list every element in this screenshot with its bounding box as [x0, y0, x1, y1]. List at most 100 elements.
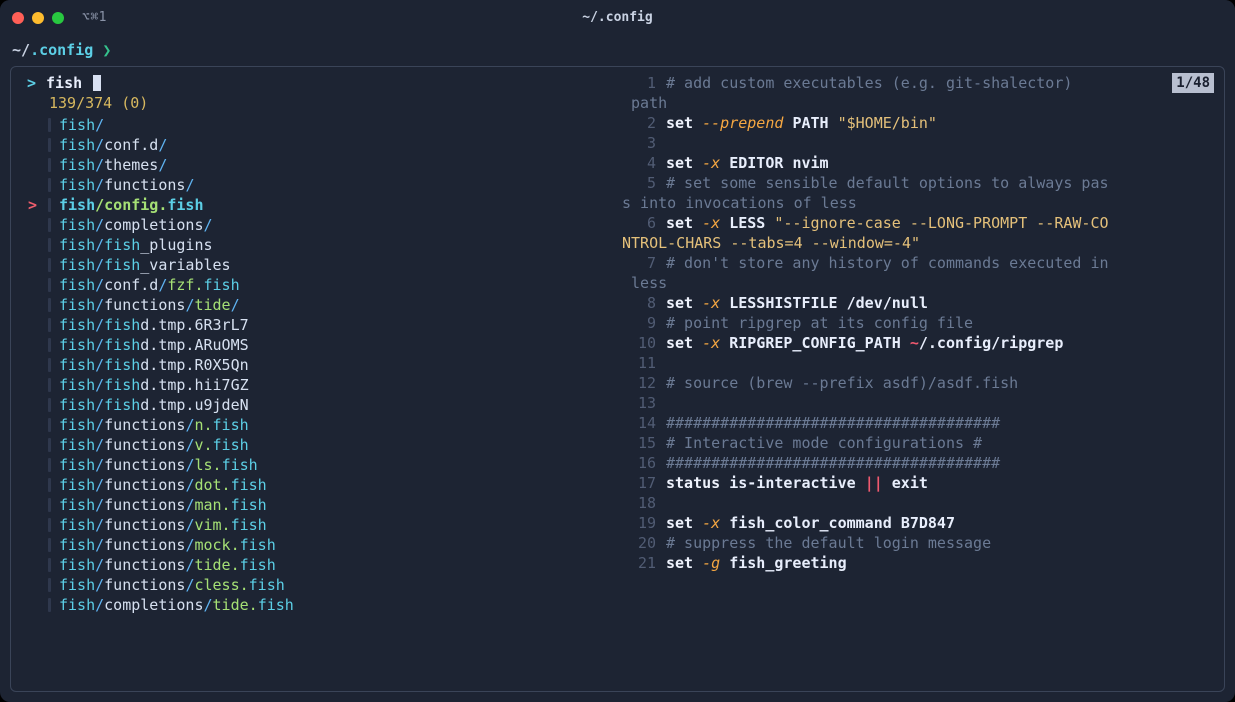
fzf-result-item[interactable]: fish/fish_plugins — [19, 235, 609, 255]
shell-prompt: ~/.config ❯ — [10, 38, 1225, 66]
code-line: 6set -x LESS "--ignore-case --LONG-PROMP… — [622, 213, 1214, 233]
code-content: set -g fish_greeting — [666, 553, 1214, 573]
fzf-result-text: fish/completions/tide.fish — [59, 595, 294, 615]
code-content — [666, 393, 1214, 413]
fzf-result-item[interactable]: fish/fishd.tmp.6R3rL7 — [19, 315, 609, 335]
preview-scroll-badge: 1/48 — [1172, 73, 1214, 93]
code-line: 20# suppress the default login message — [622, 533, 1214, 553]
line-number: 15 — [622, 433, 666, 453]
fzf-result-text: fish/fish_variables — [59, 255, 231, 275]
code-content: # point ripgrep at its config file — [666, 313, 1214, 333]
marker-icon — [48, 298, 51, 312]
marker-icon — [48, 378, 51, 392]
marker-icon — [48, 138, 51, 152]
fzf-result-text: fish/functions/ls.fish — [59, 455, 258, 475]
fzf-result-item[interactable]: fish/fish_variables — [19, 255, 609, 275]
shell-area: ~/.config ❯ > fish 139/374 (0) fish/fish… — [0, 36, 1235, 702]
fzf-result-item[interactable]: fish/fishd.tmp.R0X5Qn — [19, 355, 609, 375]
fzf-result-list[interactable]: fish/fish/conf.d/fish/themes/fish/functi… — [19, 115, 609, 615]
fzf-result-item[interactable]: fish/functions/tide.fish — [19, 555, 609, 575]
pointer-icon — [28, 215, 40, 235]
code-line: 3 — [622, 133, 1214, 153]
fzf-result-text: fish/fishd.tmp.u9jdeN — [59, 395, 249, 415]
code-line: 2set --prepend PATH "$HOME/bin" — [622, 113, 1214, 133]
fzf-result-text: fish/functions/ — [59, 175, 194, 195]
fzf-result-item[interactable]: fish/functions/cless.fish — [19, 575, 609, 595]
code-content: # Interactive mode configurations # — [666, 433, 1214, 453]
fzf-result-item[interactable]: fish/functions/ — [19, 175, 609, 195]
fzf-result-item[interactable]: fish/functions/v.fish — [19, 435, 609, 455]
marker-icon — [48, 178, 51, 192]
code-line: 9# point ripgrep at its config file — [622, 313, 1214, 333]
fzf-result-text: fish/functions/mock.fish — [59, 535, 276, 555]
code-line: 14##################################### — [622, 413, 1214, 433]
fzf-result-text: fish/fishd.tmp.R0X5Qn — [59, 355, 249, 375]
code-line: 13 — [622, 393, 1214, 413]
line-number: 8 — [622, 293, 666, 313]
code-content: # set some sensible default options to a… — [666, 173, 1214, 193]
code-content: # source (brew --prefix asdf)/asdf.fish — [666, 373, 1214, 393]
marker-icon — [48, 418, 51, 432]
line-number: 5 — [622, 173, 666, 193]
code-line: 8set -x LESSHISTFILE /dev/null — [622, 293, 1214, 313]
code-line: 19set -x fish_color_command B7D847 — [622, 513, 1214, 533]
fzf-result-item[interactable]: fish/functions/ls.fish — [19, 455, 609, 475]
fzf-result-text: fish/functions/tide.fish — [59, 555, 276, 575]
code-line: 1# add custom executables (e.g. git-shal… — [622, 73, 1214, 93]
pointer-icon — [28, 455, 40, 475]
fzf-result-item[interactable]: fish/config.fish — [19, 195, 609, 215]
prompt-prefix: ~/ — [12, 41, 30, 59]
preview-code: 1# add custom executables (e.g. git-shal… — [622, 73, 1214, 573]
pointer-icon — [28, 555, 40, 575]
marker-icon — [48, 218, 51, 232]
fzf-result-item[interactable]: fish/ — [19, 115, 609, 135]
zoom-icon[interactable] — [52, 12, 64, 24]
marker-icon — [48, 318, 51, 332]
fzf-result-item[interactable]: fish/conf.d/fzf.fish — [19, 275, 609, 295]
fzf-result-item[interactable]: fish/conf.d/ — [19, 135, 609, 155]
fzf-result-item[interactable]: fish/completions/ — [19, 215, 609, 235]
fzf-result-text: fish/themes/ — [59, 155, 167, 175]
minimize-icon[interactable] — [32, 12, 44, 24]
fzf-results-pane[interactable]: > fish 139/374 (0) fish/fish/conf.d/fish… — [11, 67, 617, 691]
fzf-result-item[interactable]: fish/functions/vim.fish — [19, 515, 609, 535]
code-content: set -x fish_color_command B7D847 — [666, 513, 1214, 533]
marker-icon — [48, 558, 51, 572]
fzf-result-item[interactable]: fish/functions/man.fish — [19, 495, 609, 515]
line-number: 20 — [622, 533, 666, 553]
close-icon[interactable] — [12, 12, 24, 24]
fzf-result-item[interactable]: fish/themes/ — [19, 155, 609, 175]
fzf-preview-pane[interactable]: 1/48 1# add custom executables (e.g. git… — [618, 67, 1224, 691]
code-content: set -x LESS "--ignore-case --LONG-PROMPT… — [666, 213, 1214, 233]
line-number: 12 — [622, 373, 666, 393]
marker-icon — [48, 438, 51, 452]
line-number: 6 — [622, 213, 666, 233]
fzf-result-item[interactable]: fish/fishd.tmp.u9jdeN — [19, 395, 609, 415]
fzf-result-item[interactable]: fish/fishd.tmp.ARuOMS — [19, 335, 609, 355]
marker-icon — [48, 478, 51, 492]
marker-icon — [48, 358, 51, 372]
code-line: 7# don't store any history of commands e… — [622, 253, 1214, 273]
marker-icon — [48, 498, 51, 512]
code-content — [666, 133, 1214, 153]
fzf-result-item[interactable]: fish/functions/dot.fish — [19, 475, 609, 495]
fzf-query[interactable]: fish — [46, 73, 82, 93]
fzf-result-item[interactable]: fish/functions/mock.fish — [19, 535, 609, 555]
marker-icon — [48, 398, 51, 412]
line-number: 10 — [622, 333, 666, 353]
line-number: 21 — [622, 553, 666, 573]
code-content: # suppress the default login message — [666, 533, 1214, 553]
fzf-result-item[interactable]: fish/fishd.tmp.hii7GZ — [19, 375, 609, 395]
fzf-result-item[interactable]: fish/functions/tide/ — [19, 295, 609, 315]
line-number: 13 — [622, 393, 666, 413]
prompt-dir: .config — [30, 41, 93, 59]
pointer-icon — [28, 595, 40, 615]
pointer-icon — [28, 475, 40, 495]
fzf-search-row[interactable]: > fish — [19, 73, 609, 93]
window-title: ~/.config — [0, 8, 1235, 28]
fzf-result-item[interactable]: fish/functions/n.fish — [19, 415, 609, 435]
fzf-prompt-icon: > — [27, 73, 36, 93]
pointer-icon — [28, 575, 40, 595]
fzf-result-item[interactable]: fish/completions/tide.fish — [19, 595, 609, 615]
line-number: 17 — [622, 473, 666, 493]
